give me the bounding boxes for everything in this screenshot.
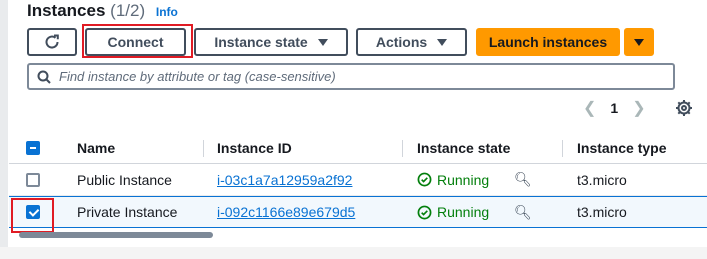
pagination: ❮ 1 ❯ [583, 98, 646, 118]
table-row[interactable]: Private Instance i-092c1166e89e679d5 Run… [9, 196, 707, 228]
left-edge [0, 0, 8, 259]
status-text: Running [437, 171, 490, 188]
selection-count: (1/2) [110, 1, 146, 20]
settings-gear-icon[interactable] [675, 99, 693, 117]
table-header-row: Name Instance ID Instance state Instance… [9, 132, 707, 164]
status-running: Running [417, 172, 489, 188]
zoom-controls: 🔍︎ [514, 204, 532, 221]
launch-dropdown-button[interactable] [624, 28, 654, 56]
launch-instances-button[interactable]: Launch instances [476, 28, 620, 56]
row-checkbox[interactable] [26, 172, 40, 187]
instance-state-label: Instance state [214, 34, 308, 50]
status-cell: Running [417, 164, 489, 196]
column-separator[interactable] [562, 140, 563, 157]
instance-name: Private Instance [77, 204, 178, 220]
row-select-cell [26, 164, 40, 196]
instance-id-link[interactable]: i-03c1a7a12959a2f92 [217, 172, 352, 188]
search-icon [37, 70, 51, 84]
caret-down-icon [317, 38, 328, 46]
status-text: Running [437, 204, 490, 220]
caret-down-icon [634, 38, 644, 46]
select-all-cell [26, 132, 40, 164]
instance-id-link[interactable]: i-092c1166e89e679d5 [217, 204, 355, 220]
table-row[interactable]: Public Instance i-03c1a7a12959a2f92 Runn… [9, 164, 707, 196]
search-input[interactable] [59, 69, 659, 84]
search-bar[interactable] [27, 63, 675, 90]
row-checkbox[interactable] [26, 205, 40, 219]
title-text: Instances [27, 1, 106, 20]
column-header-name[interactable]: Name [77, 132, 115, 164]
previous-page-icon[interactable]: ❮ [583, 98, 596, 118]
instance-name: Public Instance [77, 171, 172, 188]
column-header-instance-id[interactable]: Instance ID [217, 132, 292, 164]
row-select-cell [26, 196, 40, 228]
zoom-in-icon[interactable]: 🔍︎ [514, 171, 532, 188]
scrollbar-thumb[interactable] [19, 232, 213, 238]
info-link[interactable]: Info [156, 5, 178, 19]
instance-type: t3.micro [577, 204, 627, 220]
status-running: Running [417, 204, 489, 220]
next-page-icon[interactable]: ❯ [632, 98, 645, 118]
check-circle-icon [417, 172, 432, 187]
sort-icon[interactable] [535, 141, 545, 155]
actions-dropdown[interactable]: Actions [356, 28, 467, 56]
caret-down-icon [437, 38, 448, 46]
zoom-in-icon[interactable]: 🔍︎ [514, 204, 532, 221]
select-all-checkbox[interactable] [26, 140, 40, 155]
column-header-instance-type[interactable]: Instance type [577, 132, 666, 164]
instances-table: Name Instance ID Instance state Instance… [9, 132, 707, 244]
instance-state-dropdown[interactable]: Instance state [194, 28, 348, 56]
zoom-controls: 🔍︎ [514, 171, 532, 188]
sort-icon[interactable] [175, 141, 185, 155]
instances-panel: Instances (1/2) Info Connect Instance st… [0, 0, 707, 259]
refresh-button[interactable] [27, 28, 77, 56]
status-cell: Running [417, 196, 489, 228]
page-title: Instances (1/2) Info [27, 1, 178, 21]
connect-button[interactable]: Connect [85, 28, 186, 56]
sort-icon[interactable] [685, 141, 695, 155]
instance-type: t3.micro [577, 171, 627, 188]
horizontal-scrollbar[interactable] [9, 230, 707, 240]
actions-label: Actions [375, 34, 428, 50]
column-separator[interactable] [203, 140, 204, 157]
column-header-instance-state[interactable]: Instance state [417, 132, 510, 164]
current-page[interactable]: 1 [610, 100, 618, 116]
bottom-edge [0, 247, 707, 259]
check-circle-icon [417, 205, 432, 219]
refresh-icon [45, 34, 59, 49]
column-separator[interactable] [402, 140, 403, 157]
